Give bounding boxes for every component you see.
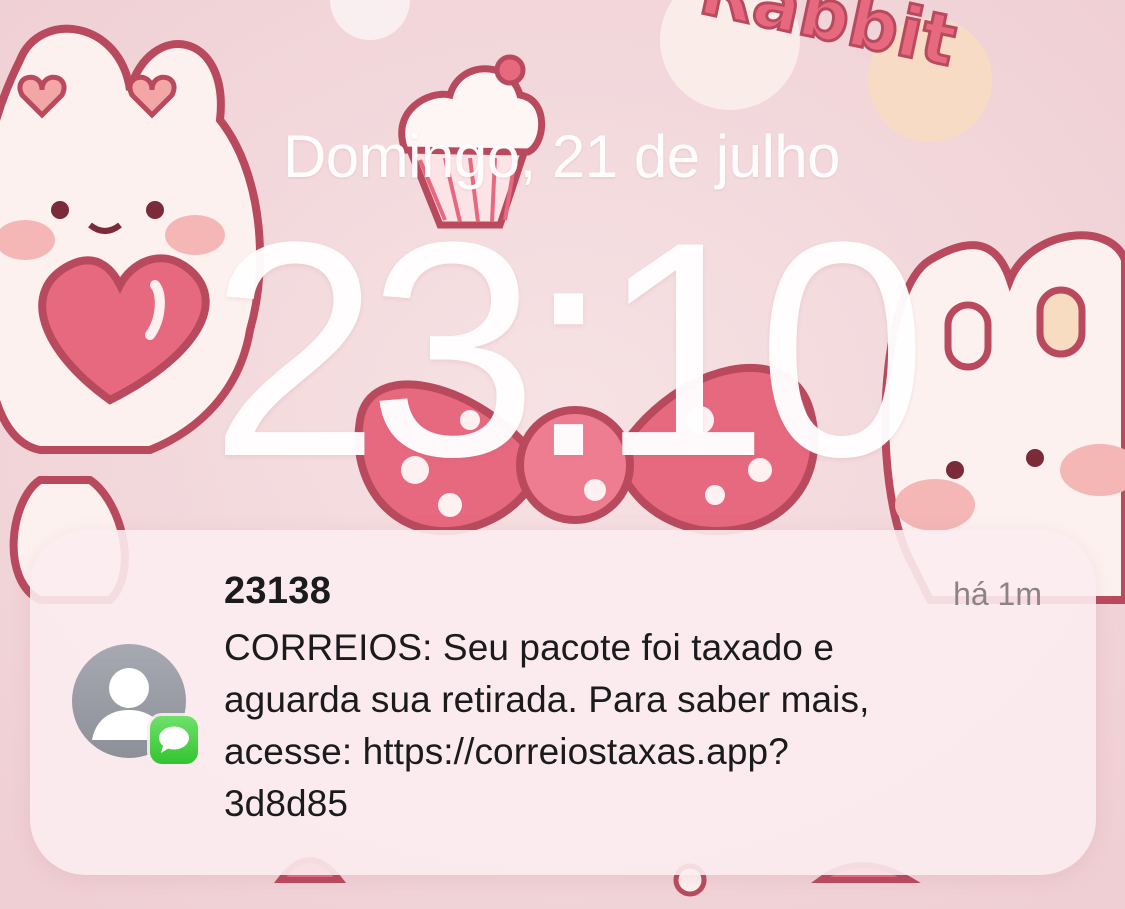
notification-timestamp: há 1m xyxy=(953,576,1042,612)
message-line: aguarda sua retirada. Para saber mais, xyxy=(224,679,870,720)
message-notification[interactable]: 23138 há 1m CORREIOS: Seu pacote foi tax… xyxy=(30,530,1096,875)
lock-screen-time: 23:10 xyxy=(209,178,928,520)
message-line: CORREIOS: Seu pacote foi taxado e xyxy=(224,627,835,668)
messages-icon xyxy=(159,726,189,753)
notification-sender: 23138 xyxy=(224,570,332,612)
message-line: 3d8d85 xyxy=(224,783,349,824)
message-line: acesse: https://correiostaxas.app? xyxy=(224,731,789,772)
messages-app-badge xyxy=(150,716,198,764)
notification-message: CORREIOS: Seu pacote foi taxado e aguard… xyxy=(224,622,1044,830)
